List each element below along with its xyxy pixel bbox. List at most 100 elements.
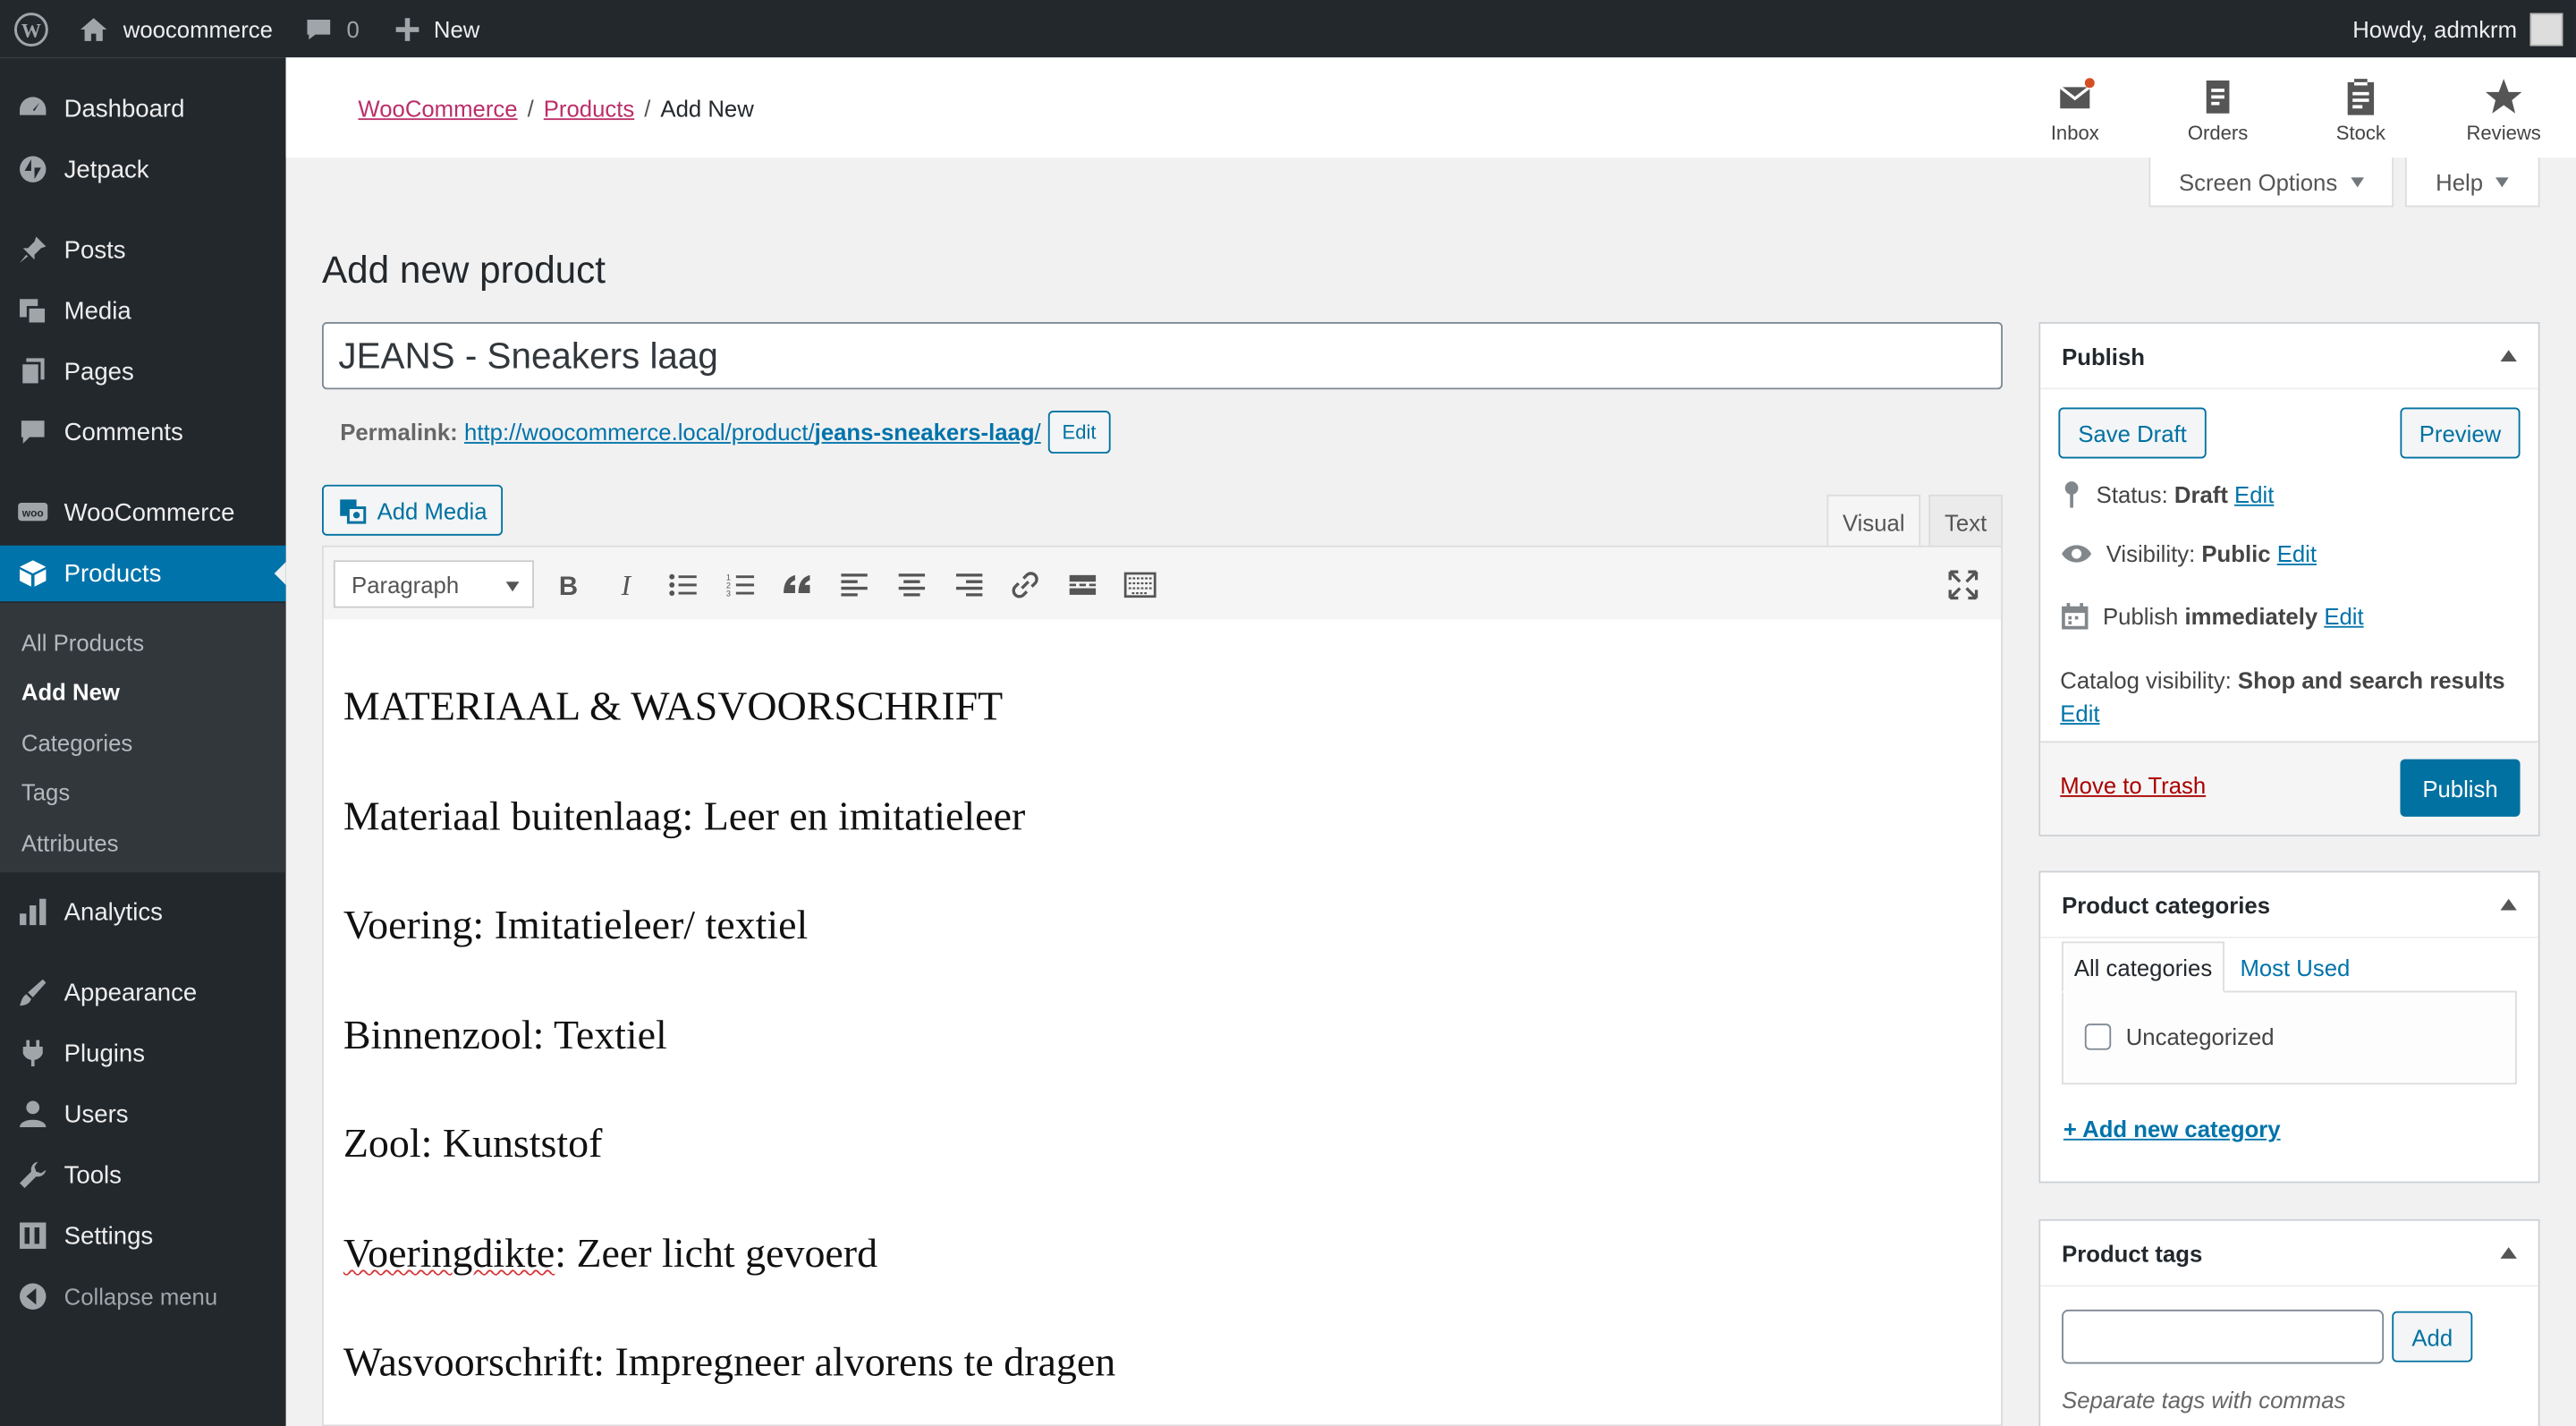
quote-icon: [784, 574, 810, 594]
add-new-category-link[interactable]: + Add new category: [2063, 1116, 2281, 1142]
svg-text:B: B: [559, 572, 578, 598]
admin-bar: W woocommerce 0 New Howdy, admkrm: [0, 0, 2576, 58]
permalink-slug: jeans-sneakers-laag: [814, 419, 1035, 446]
wordpress-logo-icon[interactable]: W: [13, 0, 49, 57]
my-account-link[interactable]: Howdy, admkrm: [2352, 0, 2563, 57]
format-select[interactable]: Paragraph: [333, 560, 534, 608]
sidebar-item-products[interactable]: Products: [0, 545, 286, 602]
activity-orders-button[interactable]: Orders: [2168, 74, 2267, 145]
italic-button[interactable]: I: [608, 567, 644, 603]
sidebar-item-label: Jetpack: [64, 155, 149, 183]
new-content-link[interactable]: New: [394, 0, 479, 57]
move-to-trash-link[interactable]: Move to Trash: [2060, 772, 2206, 798]
submenu-all-products[interactable]: All Products: [21, 629, 144, 655]
page-title: Add new product: [321, 248, 606, 292]
blockquote-button[interactable]: [779, 567, 815, 603]
numbered-list-button[interactable]: 123: [723, 567, 758, 603]
bullet-list-button[interactable]: [665, 567, 701, 603]
publish-button[interactable]: Publish: [2400, 759, 2521, 817]
read-more-button[interactable]: [1064, 567, 1100, 603]
sidebar-item-plugins[interactable]: Plugins: [0, 1025, 286, 1081]
site-name-link[interactable]: woocommerce: [77, 0, 273, 57]
numbered-list-icon: 123: [726, 573, 755, 598]
breadcrumb-woocommerce-link[interactable]: WooCommerce: [358, 96, 517, 122]
activity-reviews-button[interactable]: Reviews: [2454, 74, 2553, 145]
visibility-edit-link[interactable]: Edit: [2277, 540, 2317, 566]
sidebar-item-settings[interactable]: Settings: [0, 1208, 286, 1263]
tab-text[interactable]: Text: [1928, 494, 2003, 547]
sidebar-item-dashboard[interactable]: Dashboard: [0, 81, 286, 136]
fullscreen-button[interactable]: [1945, 567, 1981, 603]
insert-link-button[interactable]: [1007, 567, 1043, 603]
tab-visual[interactable]: Visual: [1826, 494, 1921, 547]
sidebar-item-label: Comments: [64, 418, 183, 446]
category-checkbox[interactable]: [2084, 1023, 2112, 1050]
permalink-edit-button[interactable]: Edit: [1047, 411, 1112, 454]
collapse-arrow-icon: [2500, 898, 2517, 911]
pages-icon: [16, 355, 49, 388]
tab-all-categories[interactable]: All categories: [2062, 941, 2224, 993]
sidebar-item-appearance[interactable]: Appearance: [0, 964, 286, 1020]
categories-box-header[interactable]: Product categories: [2040, 872, 2538, 938]
stock-label: Stock: [2335, 121, 2385, 145]
align-right-icon: [955, 573, 983, 597]
collapse-menu-button[interactable]: Collapse menu: [0, 1269, 286, 1324]
sidebar-item-label: Media: [64, 296, 131, 325]
howdy-text: Howdy, admkrm: [2352, 15, 2518, 42]
submenu-categories[interactable]: Categories: [21, 730, 132, 756]
media-icon: [16, 294, 49, 327]
preview-button[interactable]: Preview: [2400, 407, 2521, 459]
breadcrumb-products-link[interactable]: Products: [544, 96, 634, 122]
add-tag-button[interactable]: Add: [2392, 1311, 2473, 1362]
sidebar-item-comments[interactable]: Comments: [0, 404, 286, 460]
site-name: woocommerce: [123, 15, 273, 42]
sidebar-item-label: Users: [64, 1099, 129, 1128]
save-draft-button[interactable]: Save Draft: [2058, 407, 2207, 459]
bold-button[interactable]: B: [550, 567, 586, 603]
svg-text:W: W: [21, 18, 41, 40]
sidebar-item-pages[interactable]: Pages: [0, 344, 286, 399]
align-right-button[interactable]: [951, 567, 987, 603]
publish-box-header[interactable]: Publish: [2040, 324, 2538, 390]
submenu-add-new[interactable]: Add New: [21, 679, 120, 705]
sidebar-item-label: Settings: [64, 1221, 154, 1250]
tags-box-header[interactable]: Product tags: [2040, 1221, 2538, 1287]
status-edit-link[interactable]: Edit: [2234, 481, 2274, 507]
tag-input[interactable]: [2062, 1309, 2385, 1364]
sidebar-item-label: Analytics: [64, 897, 163, 926]
toolbar-toggle-button[interactable]: [1122, 567, 1157, 603]
category-item[interactable]: Uncategorized: [2084, 1023, 2275, 1050]
sidebar-item-woocommerce[interactable]: woo WooCommerce: [0, 485, 286, 540]
sidebar-item-media[interactable]: Media: [0, 283, 286, 338]
product-title-input[interactable]: JEANS - Sneakers laag: [321, 321, 2003, 390]
content-paragraph: Binnenzool: Textiel: [343, 1014, 667, 1058]
permalink-link[interactable]: http://woocommerce.local/product/jeans-s…: [464, 419, 1041, 445]
help-button[interactable]: Help: [2404, 157, 2540, 208]
woocommerce-header: WooCommerce / Products / Add New Inbox Order…: [285, 57, 2576, 158]
screen-options-button[interactable]: Screen Options: [2148, 157, 2394, 208]
catalog-visibility-edit-link[interactable]: Edit: [2060, 700, 2099, 726]
activity-inbox-button[interactable]: Inbox: [2026, 74, 2124, 145]
sidebar-item-posts[interactable]: Posts: [0, 222, 286, 277]
sidebar-item-jetpack[interactable]: Jetpack: [0, 141, 286, 197]
align-center-button[interactable]: [894, 567, 929, 603]
tab-most-used[interactable]: Most Used: [2224, 941, 2366, 992]
wrench-icon: [16, 1159, 49, 1192]
reviews-label: Reviews: [2466, 121, 2541, 145]
submenu-tags[interactable]: Tags: [21, 779, 70, 805]
align-left-button[interactable]: [836, 567, 872, 603]
editor-content[interactable]: MATERIAAL & WASVOORSCHRIFT Materiaal bui…: [321, 619, 2003, 1426]
misspelled-word: Voeringdikte: [343, 1232, 555, 1277]
sidebar-item-tools[interactable]: Tools: [0, 1147, 286, 1202]
publish-date-row: Publish immediately Edit: [2060, 601, 2364, 631]
publish-date-edit-link[interactable]: Edit: [2324, 603, 2363, 629]
activity-stock-button[interactable]: Stock: [2311, 74, 2410, 145]
breadcrumb-separator: /: [644, 95, 651, 122]
submenu-attributes[interactable]: Attributes: [21, 830, 119, 856]
add-media-button[interactable]: Add Media: [321, 484, 504, 536]
permalink-label: Permalink:: [340, 419, 458, 446]
comments-link[interactable]: 0: [304, 0, 360, 57]
sidebar-item-analytics[interactable]: Analytics: [0, 884, 286, 939]
sidebar-item-users[interactable]: Users: [0, 1086, 286, 1142]
status-row: Status: Draft Edit: [2060, 480, 2274, 509]
